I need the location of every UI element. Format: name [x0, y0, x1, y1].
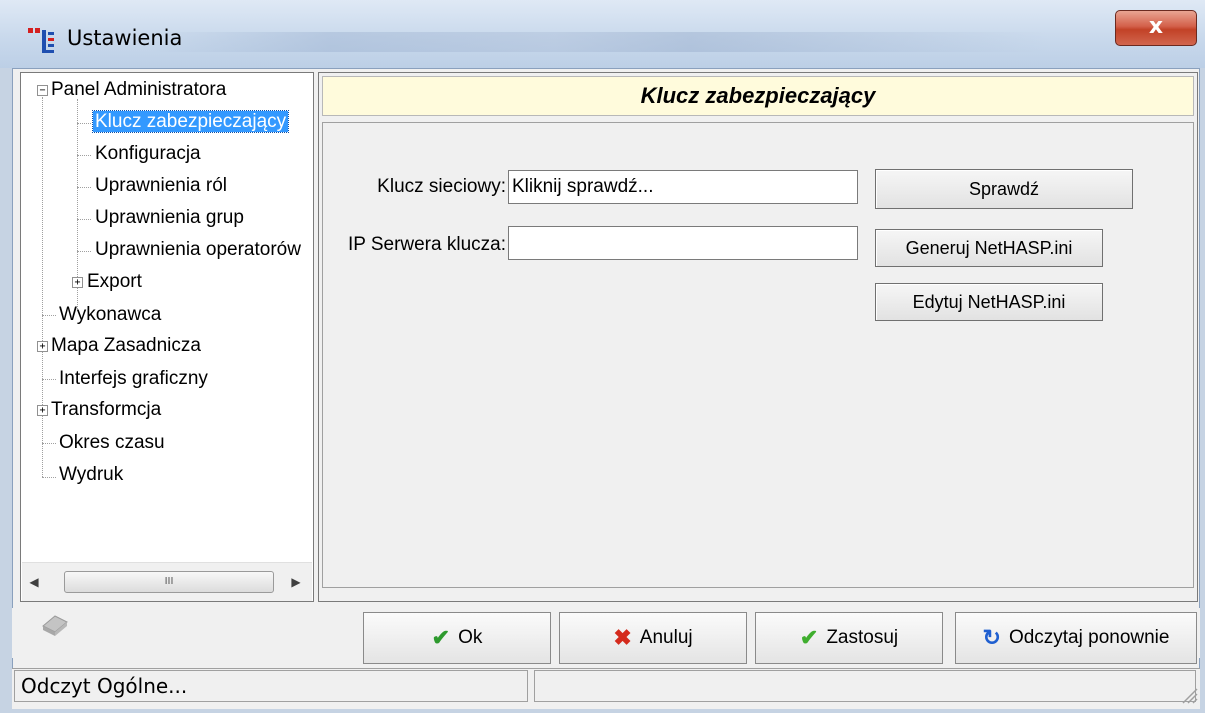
scrollbar-thumb[interactable]: III: [64, 571, 274, 593]
tree-item-label: Uprawnienia operatorów: [95, 239, 301, 260]
tree-item-klucz-zabezpieczajacy[interactable]: Klucz zabezpieczający: [91, 107, 290, 137]
tree-item-uprawnienia-grup[interactable]: Uprawnienia grup: [95, 203, 244, 233]
x-icon: ✖: [613, 625, 632, 650]
server-ip-label: IP Serwera klucza:: [347, 234, 506, 255]
app-icon: [28, 28, 54, 53]
tree-item-label: Transformcja: [51, 399, 162, 420]
ok-button-label: Ok: [458, 627, 483, 648]
tree-connector: [77, 251, 91, 252]
apply-button-label: Zastosuj: [826, 627, 899, 648]
window-title: Ustawienia: [67, 26, 183, 50]
ok-button[interactable]: ✔ Ok: [363, 612, 551, 664]
checkmark-icon: ✔: [799, 625, 819, 650]
network-key-field[interactable]: Kliknij sprawdź...: [508, 170, 858, 204]
tree-connector: [42, 477, 56, 478]
reload-button-label: Odczytaj ponownie: [1008, 627, 1170, 648]
scroll-left-icon[interactable]: ◀: [26, 572, 42, 592]
expand-icon[interactable]: +: [72, 277, 83, 288]
tree-item-label: Interfejs graficzny: [59, 368, 208, 389]
panel-header: Klucz zabezpieczający: [322, 76, 1194, 116]
generate-nethasp-button[interactable]: Generuj NetHASP.ini: [875, 229, 1103, 267]
tree-connector: [77, 123, 91, 124]
edit-nethasp-button[interactable]: Edytuj NetHASP.ini: [875, 283, 1103, 321]
tree-connector: [77, 187, 91, 188]
check-button[interactable]: Sprawdź: [875, 169, 1133, 209]
tree-item-uprawnienia-rol[interactable]: Uprawnienia ról: [95, 171, 227, 201]
tree-item-mapa-zasadnicza[interactable]: Mapa Zasadnicza: [51, 331, 201, 361]
resize-grip-icon[interactable]: [1180, 686, 1198, 704]
tree-item-label: Okres czasu: [59, 432, 165, 453]
tree-item-export[interactable]: Export: [87, 267, 142, 297]
title-bar-background: [150, 32, 1050, 52]
book-icon: [42, 615, 68, 636]
network-key-label: Klucz sieciowy:: [377, 176, 506, 197]
tree-item-konfiguracja[interactable]: Konfiguracja: [95, 139, 201, 169]
expand-icon[interactable]: +: [37, 341, 48, 352]
settings-window: Ustawienia x − Panel Administratora Kluc…: [0, 0, 1205, 713]
settings-tree[interactable]: − Panel Administratora Klucz zabezpiecza…: [20, 72, 314, 602]
tree-item-wykonawca[interactable]: Wykonawca: [59, 300, 161, 330]
tree-connector: [77, 219, 91, 220]
tree-connector: [42, 97, 43, 477]
tree-item-uprawnienia-operatorow[interactable]: Uprawnienia operatorów: [95, 235, 301, 265]
tree-connector: [42, 443, 56, 444]
tree-item-transformcja[interactable]: Transformcja: [51, 395, 161, 425]
scroll-right-icon[interactable]: ▶: [288, 572, 304, 592]
collapse-icon[interactable]: −: [37, 85, 48, 96]
tree-item-label: Mapa Zasadnicza: [51, 335, 201, 356]
tree-item-label: Uprawnienia grup: [95, 207, 244, 228]
title-bar[interactable]: Ustawienia x: [0, 0, 1205, 68]
tree-item-label: Klucz zabezpieczający: [91, 110, 290, 133]
close-button[interactable]: x: [1115, 10, 1197, 46]
tree-item-label: Wykonawca: [59, 304, 162, 325]
tree-item-panel-administratora[interactable]: Panel Administratora: [51, 75, 226, 105]
tree-item-interfejs-graficzny[interactable]: Interfejs graficzny: [59, 364, 208, 394]
tree-item-label: Uprawnienia ról: [95, 175, 228, 196]
tree-connector: [77, 155, 91, 156]
tree-item-label: Panel Administratora: [51, 79, 227, 100]
reload-button[interactable]: ↻ Odczytaj ponownie: [955, 612, 1197, 664]
expand-icon[interactable]: +: [37, 405, 48, 416]
cancel-button-label: Anuluj: [639, 627, 693, 648]
tree-connector: [42, 379, 56, 380]
tree-item-label: Konfiguracja: [95, 143, 201, 164]
refresh-icon: ↻: [982, 625, 1001, 650]
server-ip-field[interactable]: [508, 226, 858, 260]
cancel-button[interactable]: ✖ Anuluj: [559, 612, 747, 664]
checkmark-icon: ✔: [431, 625, 451, 650]
status-text: Odczyt Ogólne...: [14, 670, 528, 702]
status-pane-secondary: [534, 670, 1196, 702]
tree-item-label: Wydruk: [59, 464, 124, 485]
apply-button[interactable]: ✔ Zastosuj: [755, 612, 943, 664]
tree-item-label: Export: [87, 271, 142, 292]
tree-item-wydruk[interactable]: Wydruk: [59, 460, 123, 490]
tree-item-okres-czasu[interactable]: Okres czasu: [59, 428, 165, 458]
tree-horizontal-scrollbar[interactable]: ◀ III ▶: [22, 562, 312, 601]
tree-connector: [42, 315, 56, 316]
